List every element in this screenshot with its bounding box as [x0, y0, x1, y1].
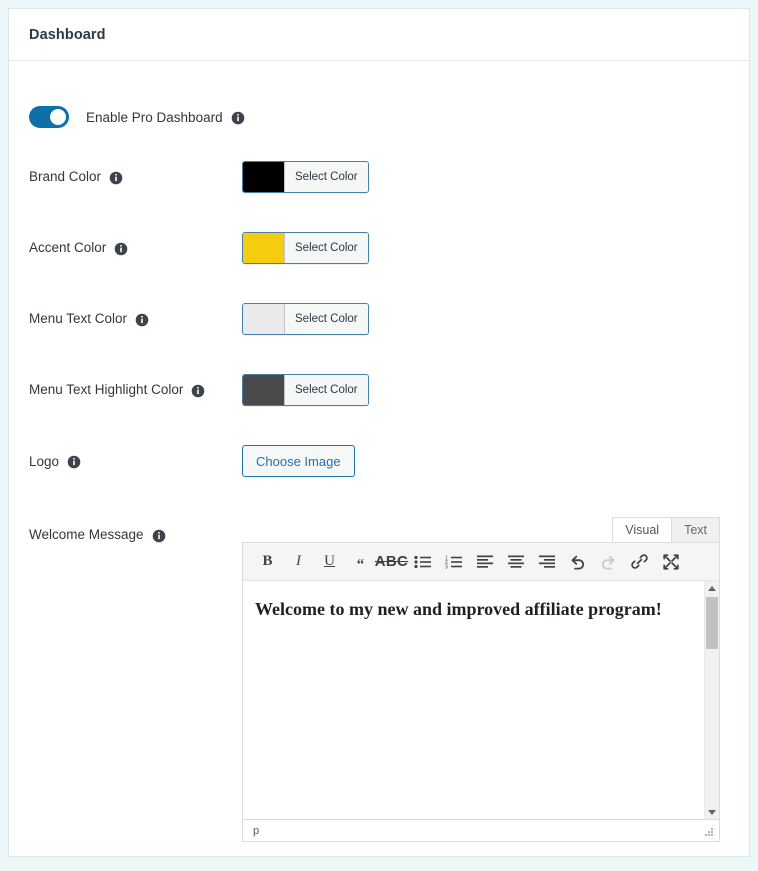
menu-text-color-control: Select Color	[242, 302, 369, 335]
element-path: p	[253, 824, 260, 837]
logo-label: Logo	[29, 453, 60, 469]
info-icon[interactable]	[114, 242, 128, 256]
logo-row: Logo Choose Image	[9, 425, 749, 497]
menu-text-highlight-color-swatch	[243, 374, 285, 405]
editor-content-area[interactable]: Welcome to my new and improved affiliate…	[243, 581, 719, 819]
menu-text-color-row: Menu Text Color Select Color	[9, 283, 749, 354]
choose-image-button[interactable]: Choose Image	[242, 445, 355, 477]
menu-text-highlight-color-row: Menu Text Highlight Color Select Color	[9, 354, 749, 425]
accent-color-label-group: Accent Color	[29, 240, 242, 255]
logo-label-group: Logo	[29, 454, 242, 469]
info-icon[interactable]	[231, 111, 245, 125]
link-icon[interactable]	[627, 549, 652, 575]
strikethrough-icon[interactable]: ABC	[375, 549, 408, 575]
menu-text-color-swatch	[243, 303, 285, 334]
menu-text-highlight-color-picker-button[interactable]: Select Color	[242, 373, 369, 406]
menu-text-color-picker-button[interactable]: Select Color	[242, 302, 369, 335]
editor-box: B I U “ ABC 1 2 3 Welcome to my new and …	[242, 542, 720, 842]
dashboard-settings-card: Dashboard Enable Pro Dashboard Brand Col…	[8, 8, 750, 857]
welcome-message-label: Welcome Message	[29, 527, 144, 542]
brand-color-label-group: Brand Color	[29, 169, 242, 184]
svg-text:3: 3	[445, 564, 448, 568]
scroll-down-icon[interactable]	[705, 805, 719, 819]
tab-text[interactable]: Text	[671, 517, 720, 542]
brand-color-row: Brand Color Select Color	[9, 141, 749, 212]
scroll-up-icon[interactable]	[705, 581, 719, 595]
page-title: Dashboard	[29, 26, 106, 43]
accent-color-label: Accent Color	[29, 240, 107, 255]
enable-pro-dashboard-label: Enable Pro Dashboard	[86, 109, 223, 125]
card-body: Enable Pro Dashboard Brand Color Select …	[9, 93, 749, 842]
enable-pro-dashboard-row: Enable Pro Dashboard	[9, 93, 749, 141]
menu-text-highlight-color-label: Menu Text Highlight Color	[29, 382, 184, 397]
brand-color-select-label: Select Color	[285, 161, 368, 192]
editor-paragraph: Welcome to my new and improved affiliate…	[255, 599, 662, 619]
menu-text-highlight-color-control: Select Color	[242, 373, 369, 406]
tab-visual[interactable]: Visual	[612, 517, 673, 542]
accent-color-select-label: Select Color	[285, 232, 368, 263]
bold-icon[interactable]: B	[255, 549, 280, 575]
brand-color-swatch	[243, 161, 285, 192]
menu-text-highlight-color-select-label: Select Color	[285, 374, 368, 405]
menu-text-highlight-color-label-group: Menu Text Highlight Color	[29, 382, 242, 397]
brand-color-picker-button[interactable]: Select Color	[242, 160, 369, 193]
brand-color-control: Select Color	[242, 160, 369, 193]
italic-icon[interactable]: I	[286, 549, 311, 575]
card-header: Dashboard	[9, 9, 749, 61]
logo-control: Choose Image	[242, 445, 355, 477]
numbered-list-icon[interactable]: 1 2 3	[441, 549, 466, 575]
menu-text-color-label-group: Menu Text Color	[29, 311, 242, 326]
underline-icon[interactable]: U	[317, 549, 342, 575]
welcome-message-label-group: Welcome Message	[29, 517, 242, 542]
welcome-message-row: Welcome Message Visual Text B I U “ ABC …	[9, 517, 749, 842]
align-left-icon[interactable]	[472, 549, 497, 575]
align-center-icon[interactable]	[503, 549, 528, 575]
enable-pro-dashboard-label-group: Enable Pro Dashboard	[86, 110, 245, 125]
blockquote-icon[interactable]: “	[348, 549, 373, 575]
info-icon[interactable]	[191, 384, 205, 398]
info-icon[interactable]	[135, 313, 149, 327]
accent-color-picker-button[interactable]: Select Color	[242, 231, 369, 264]
align-right-icon[interactable]	[534, 549, 559, 575]
editor-toolbar: B I U “ ABC 1 2 3	[243, 543, 719, 581]
resize-handle[interactable]	[703, 826, 713, 836]
info-icon[interactable]	[152, 529, 166, 543]
scrollbar-thumb[interactable]	[706, 597, 718, 649]
toggle-knob	[50, 109, 66, 125]
editor-scrollbar[interactable]	[704, 581, 719, 819]
accent-color-swatch	[243, 232, 285, 263]
accent-color-control: Select Color	[242, 231, 369, 264]
accent-color-row: Accent Color Select Color	[9, 212, 749, 283]
welcome-message-editor: Visual Text B I U “ ABC 1 2 3 Welcome to…	[242, 517, 720, 842]
brand-color-label: Brand Color	[29, 169, 102, 184]
undo-icon[interactable]	[565, 549, 590, 575]
menu-text-color-label: Menu Text Color	[29, 311, 128, 326]
editor-status-bar: p	[243, 819, 719, 841]
info-icon[interactable]	[109, 171, 123, 185]
menu-text-color-select-label: Select Color	[285, 303, 368, 334]
fullscreen-icon[interactable]	[658, 549, 683, 575]
info-icon[interactable]	[67, 455, 81, 469]
enable-pro-dashboard-toggle[interactable]	[29, 106, 69, 128]
editor-tabs: Visual Text	[242, 517, 720, 542]
bulleted-list-icon[interactable]	[410, 549, 435, 575]
redo-icon	[596, 549, 621, 575]
